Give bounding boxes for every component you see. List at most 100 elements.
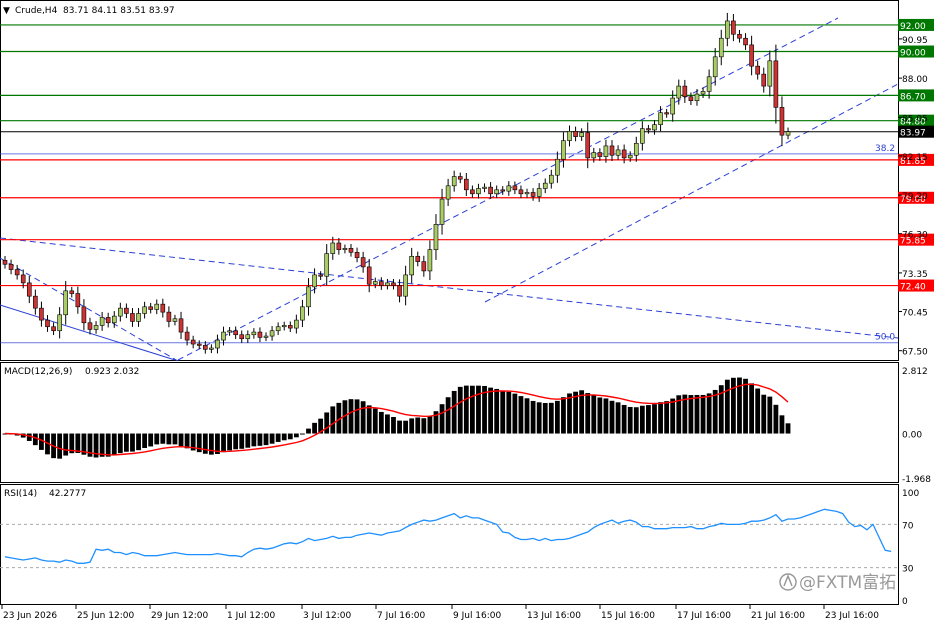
price-tick-label: 70.45 (902, 308, 928, 318)
macd-histogram-bar (178, 433, 184, 447)
candle-body (111, 315, 117, 324)
candle-body (712, 56, 718, 78)
candle-body (555, 158, 560, 176)
macd-histogram-bar (245, 433, 251, 448)
macd-histogram-bar (706, 393, 712, 434)
macd-histogram-bar (749, 383, 755, 434)
candle-body (33, 295, 38, 309)
candle-body (433, 224, 439, 250)
candle-body (105, 317, 111, 324)
macd-histogram-bar (330, 406, 336, 434)
candle-body (178, 318, 184, 333)
candle-body (354, 252, 360, 258)
macd-histogram-bar (154, 433, 160, 445)
candle-body (63, 290, 69, 316)
current-price-label: 83.97 (900, 129, 926, 139)
macd-histogram-bar (439, 404, 445, 434)
macd-histogram-bar (184, 433, 190, 449)
candle-body (731, 20, 736, 35)
candle-body (652, 124, 657, 131)
macd-histogram-bar (646, 405, 651, 434)
candle-body (603, 145, 609, 157)
candle-body (379, 281, 384, 286)
watermark-text: @FXTM富拓 (799, 573, 896, 593)
macd-histogram-bar (269, 433, 275, 444)
time-tick-label: 23 Jul 16:00 (825, 611, 879, 621)
rsi-label-name: RSI(14) (4, 489, 37, 499)
candle-body (8, 263, 14, 270)
candle-body (427, 249, 433, 272)
candle-body (306, 286, 311, 308)
candle-body (154, 303, 160, 310)
macd-histogram-bar (111, 433, 117, 456)
price-axes: 67.50 70.45 73.35 76.30 79.20 82.15 85.05 88.00… (898, 36, 928, 358)
macd-histogram-bar (573, 391, 578, 434)
macd-histogram-bar (391, 416, 396, 434)
price-tick-label: 79.20 (902, 192, 928, 202)
macd-histogram-bar (506, 391, 512, 434)
macd-histogram-bar (221, 433, 226, 453)
macd-label-name: MACD(12,26,9) (4, 367, 72, 377)
candle-body (14, 269, 20, 276)
time-tick-label: 15 Jul 16:00 (601, 611, 655, 621)
macd-histogram-bar (403, 420, 409, 434)
macd-histogram-bar (130, 433, 135, 452)
macd-histogram-bar (233, 433, 239, 450)
candle-body (360, 257, 366, 268)
resistance-level-label-2: 86.70 (900, 92, 926, 102)
macd-histogram-bar (148, 433, 154, 447)
candle-body (488, 186, 493, 195)
candle-body (2, 259, 8, 265)
macd-histogram-bar (172, 433, 178, 445)
candle-body (257, 331, 263, 338)
macd-histogram-bar (26, 433, 32, 441)
macd-histogram-bar (409, 418, 415, 434)
candle-body (196, 343, 202, 346)
macd-histogram-bar (579, 390, 585, 434)
macd-histogram-bar (743, 378, 748, 434)
macd-histogram-bar (524, 398, 530, 434)
candle-body (755, 65, 760, 75)
candle-body (470, 189, 475, 195)
candle-body (664, 112, 669, 115)
symbol-label: Crude,H4 (15, 6, 58, 16)
candle-body (700, 91, 706, 95)
macd-histogram-bar (136, 433, 141, 451)
candle-body (166, 311, 172, 322)
candle-body (318, 274, 323, 277)
macd-tick-label: 0.00 (902, 431, 922, 441)
candle-body (688, 96, 694, 102)
macd-histogram-bar (773, 404, 779, 434)
candle-body (348, 248, 354, 253)
macd-histogram-bar (688, 395, 694, 434)
macd-histogram-bar (366, 405, 372, 434)
macd-histogram-bar (518, 396, 524, 434)
candle-body (415, 255, 421, 262)
macd-histogram-bar (300, 433, 305, 435)
macd-histogram-bar (658, 402, 663, 434)
candle-body (184, 331, 190, 341)
macd-histogram-bar (385, 414, 390, 434)
candle-body (615, 149, 621, 156)
macd-histogram-bar (57, 433, 63, 459)
macd-histogram-bar (421, 418, 427, 434)
candle-body (585, 132, 591, 159)
candle-body (785, 131, 791, 136)
candle-body (591, 152, 597, 159)
macd-histogram-bar (700, 394, 706, 434)
macd-histogram-bar (63, 433, 69, 456)
price-tick-label: 88.00 (902, 75, 928, 85)
macd-histogram-bar (257, 433, 263, 446)
triangle-down-icon[interactable]: ▼ (3, 6, 10, 16)
candle-body (51, 326, 56, 332)
macd-histogram-bar (500, 390, 506, 434)
fib-label-1: 50.0 (875, 333, 895, 343)
candle-body (251, 331, 257, 336)
macd-histogram-bar (415, 417, 421, 434)
macd-histogram-bar (567, 393, 572, 434)
macd-histogram-bar (724, 379, 730, 434)
candle-body (627, 154, 633, 159)
candle-body (118, 307, 123, 317)
time-tick-label: 29 Jun 12:00 (151, 611, 208, 621)
candle-body (506, 185, 512, 192)
